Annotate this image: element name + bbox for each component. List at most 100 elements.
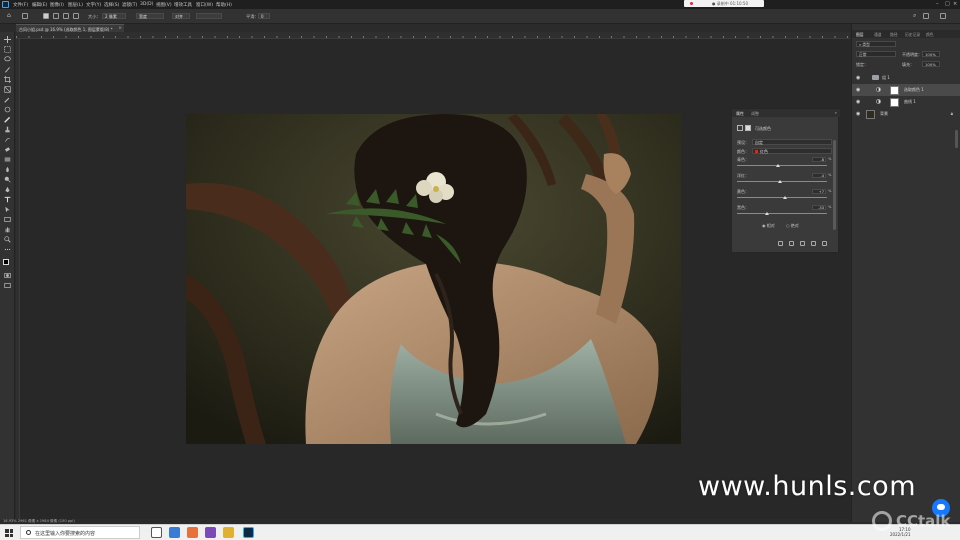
healing-brush-tool-icon[interactable]	[4, 106, 11, 113]
mask-thumbnail[interactable]	[890, 85, 899, 95]
windows-start-icon[interactable]	[5, 529, 13, 537]
quick-mask-icon[interactable]	[4, 272, 11, 279]
menu-filter[interactable]: 滤镜(T)	[122, 2, 137, 8]
tab-properties[interactable]: 属性	[736, 111, 744, 117]
menu-3d[interactable]: 3D(D)	[140, 2, 153, 7]
eye-icon[interactable]: ◉	[856, 75, 860, 81]
edge-browser-icon[interactable]	[169, 527, 180, 538]
adjustment-layer-icon[interactable]	[737, 125, 743, 131]
screen-mode-icon[interactable]	[4, 282, 11, 289]
radio-relative[interactable]: ◉ 相对	[762, 223, 775, 229]
crop-tool-icon[interactable]	[4, 76, 11, 83]
maximize-icon[interactable]: □	[945, 1, 950, 7]
clip-to-layer-icon[interactable]	[778, 241, 783, 246]
visibility-toggle-icon[interactable]	[811, 241, 816, 246]
hand-tool-icon[interactable]	[4, 226, 11, 233]
layers-scrollbar[interactable]	[955, 130, 958, 148]
file-explorer-icon[interactable]	[223, 527, 234, 538]
history-brush-tool-icon[interactable]	[4, 136, 11, 143]
document-image[interactable]	[186, 114, 681, 444]
subtract-selection-icon[interactable]	[63, 13, 69, 19]
menu-view[interactable]: 视图(V)	[156, 2, 172, 8]
tab-channels[interactable]: 通道	[874, 32, 882, 38]
image-thumbnail[interactable]	[866, 109, 875, 119]
share-icon[interactable]	[940, 13, 946, 19]
foreground-color-swatch[interactable]	[3, 259, 9, 265]
document-tab[interactable]: 古风小姐.psd @ 16.9% (选取颜色 1, 图层蒙版/8) * ×	[16, 24, 124, 32]
menu-edit[interactable]: 编辑(E)	[32, 2, 47, 8]
eraser-tool-icon[interactable]	[4, 146, 11, 153]
taskbar-search[interactable]: 在这里输入你要搜索的内容	[20, 526, 140, 539]
menu-window[interactable]: 窗口(W)	[196, 2, 213, 8]
smooth-field[interactable]: 0	[258, 13, 270, 19]
blur-tool-icon[interactable]	[4, 166, 11, 173]
photoshop-logo-icon[interactable]	[2, 1, 9, 8]
slider-value-field[interactable]: -33	[812, 205, 826, 210]
layer-row-background[interactable]: ◉ 背景 🔒︎	[852, 108, 960, 120]
layer-mask-icon[interactable]	[745, 125, 751, 131]
pen-tool-icon[interactable]	[4, 186, 11, 193]
tab-layers[interactable]: 图层	[856, 32, 864, 38]
eye-icon[interactable]: ◉	[856, 111, 860, 117]
reset-icon[interactable]	[800, 241, 805, 246]
layer-row-selective-color[interactable]: ◉ 选取颜色 1	[852, 84, 960, 96]
slider-thumb[interactable]	[764, 212, 769, 215]
menu-plugins[interactable]: 增效工具	[174, 2, 192, 8]
slider-track[interactable]	[737, 213, 827, 214]
preset-dropdown[interactable]: 自定	[752, 139, 832, 145]
panel-collapse-icon[interactable]: »	[835, 110, 837, 115]
new-selection-icon[interactable]	[43, 13, 49, 19]
app-purple-icon[interactable]	[205, 527, 216, 538]
layer-row-curves[interactable]: ◉ 曲线 1	[852, 96, 960, 108]
radio-absolute[interactable]: ○ 绝对	[786, 223, 799, 229]
lasso-tool-icon[interactable]	[4, 56, 11, 63]
photoshop-taskbar-icon[interactable]	[243, 527, 254, 538]
search-icon[interactable]: ⌕	[913, 12, 916, 20]
intersect-selection-icon[interactable]	[73, 13, 79, 19]
properties-scrollbar[interactable]	[833, 140, 836, 230]
add-selection-icon[interactable]	[53, 13, 59, 19]
tab-history[interactable]: 历史记录	[905, 32, 920, 38]
menu-file[interactable]: 文件(F)	[13, 2, 28, 8]
tab-color[interactable]: 颜色	[926, 32, 934, 38]
clone-stamp-tool-icon[interactable]	[4, 126, 11, 133]
view-previous-icon[interactable]	[789, 241, 794, 246]
slider-track[interactable]	[737, 165, 827, 166]
slider-thumb[interactable]	[778, 180, 783, 183]
slider-value-field[interactable]: -8	[812, 157, 826, 162]
minimize-icon[interactable]: –	[936, 1, 939, 7]
tab-paths[interactable]: 路径	[890, 32, 898, 38]
move-tool-icon[interactable]	[4, 36, 11, 43]
tab-adjustments[interactable]: 调整	[751, 111, 759, 117]
task-view-icon[interactable]	[151, 527, 162, 538]
frame-tool-icon[interactable]	[4, 86, 11, 93]
eye-icon[interactable]: ◉	[856, 87, 860, 93]
marquee-tool-icon[interactable]	[4, 46, 11, 53]
delete-adjustment-icon[interactable]	[822, 241, 827, 246]
slider-thumb[interactable]	[782, 196, 787, 199]
layer-row-group[interactable]: ◉ 组 1	[852, 72, 960, 84]
dodge-tool-icon[interactable]	[4, 176, 11, 183]
close-icon[interactable]: ×	[953, 1, 957, 7]
gradient-tool-icon[interactable]	[4, 156, 11, 163]
slider-value-field[interactable]: -4	[812, 173, 826, 178]
quick-select-tool-icon[interactable]	[4, 66, 11, 73]
menu-layer[interactable]: 图层(L)	[68, 2, 83, 8]
blend-mode-dropdown[interactable]: 正常	[856, 51, 896, 57]
workspace-icon[interactable]	[923, 13, 929, 19]
eyedropper-tool-icon[interactable]	[4, 96, 11, 103]
size-field[interactable]: 2 像素	[102, 13, 126, 19]
align-field[interactable]: 对齐	[172, 13, 190, 19]
menu-select[interactable]: 选择(S)	[104, 2, 119, 8]
slider-value-field[interactable]: +7	[812, 189, 826, 194]
zoom-tool-icon[interactable]	[4, 236, 11, 243]
blank-field[interactable]	[196, 13, 222, 19]
menu-help[interactable]: 帮助(H)	[216, 2, 232, 8]
close-tab-icon[interactable]: ×	[118, 26, 122, 31]
brush-preset-icon[interactable]	[22, 13, 28, 19]
path-selection-tool-icon[interactable]	[4, 206, 11, 213]
menu-type[interactable]: 文字(Y)	[86, 2, 101, 8]
rectangle-tool-icon[interactable]	[4, 216, 11, 223]
opacity-field[interactable]: 100%	[922, 51, 940, 57]
mask-thumbnail[interactable]	[890, 97, 899, 107]
